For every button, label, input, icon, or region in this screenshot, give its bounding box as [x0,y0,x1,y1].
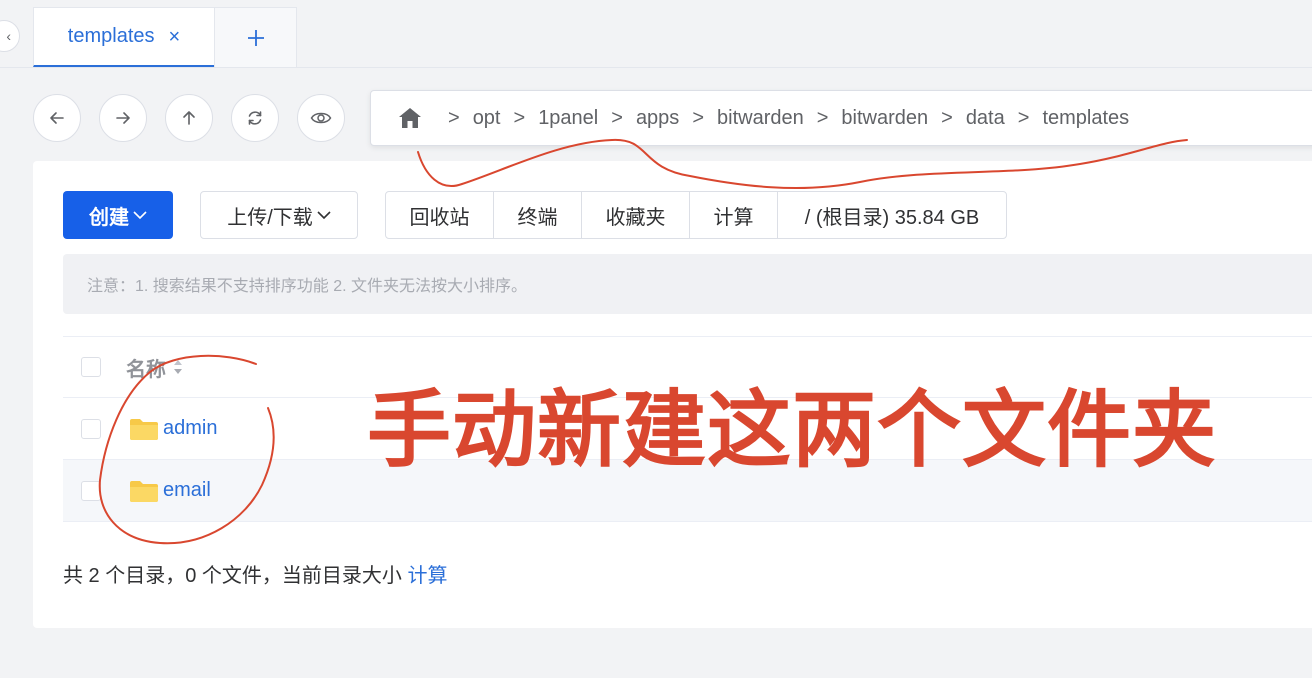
folder-icon [130,480,158,502]
select-all-checkbox[interactable] [81,357,101,377]
folder-icon [130,418,158,440]
upload-download-label: 上传/下载 [227,206,313,229]
chevron-left-icon: ‹ [6,28,11,44]
row-checkbox[interactable] [81,480,101,501]
summary-text: 共 2 个目录，0 个文件，当前目录大小 [63,565,402,587]
create-label: 创建 [89,206,129,229]
row-checkbox[interactable] [81,418,101,439]
calculate-button[interactable]: 计算 [690,192,778,238]
breadcrumb-separator: > [941,106,953,129]
directory-summary: 共 2 个目录，0 个文件，当前目录大小 计算 [63,559,447,588]
breadcrumb-item[interactable]: opt [473,107,501,130]
up-button[interactable] [165,94,213,142]
breadcrumb-separator: > [816,106,829,129]
favorites-button[interactable]: 收藏夹 [582,192,690,238]
terminal-button[interactable]: 终端 [494,192,582,238]
breadcrumb-separator: > [692,106,704,129]
tab-strip: ‹ templates × [0,0,1312,68]
tab-templates[interactable]: templates × [33,7,215,67]
breadcrumb-item[interactable]: data [966,107,1005,130]
notice-banner: 注意：1. 搜索结果不支持排序功能 2. 文件夹无法按大小排序。 [63,254,1312,314]
breadcrumb-item[interactable]: templates [1042,107,1129,130]
root-dir-size-button[interactable]: / (根目录) 35.84 GB [778,192,1006,238]
recycle-bin-button[interactable]: 回收站 [386,192,494,238]
breadcrumb: > opt > 1panel > apps > bitwarden > bitw… [370,90,1312,146]
column-name-label: 名称 [126,358,166,381]
forward-button[interactable] [99,94,147,142]
arrow-left-icon [50,112,64,124]
upload-download-button[interactable]: 上传/下载 [200,191,358,239]
breadcrumb-item[interactable]: apps [636,107,679,130]
back-button[interactable] [33,94,81,142]
annotation-text: 手动新建这两个文件夹 [367,383,1218,477]
arrow-right-icon [116,112,130,124]
breadcrumb-separator: > [1017,106,1030,129]
file-name-link[interactable]: email [163,479,211,502]
arrow-up-icon [183,111,195,125]
collapse-sidebar-button[interactable]: ‹ [0,20,20,52]
plus-icon [247,29,264,46]
breadcrumb-separator: > [448,106,460,129]
file-name-link[interactable]: admin [163,417,217,440]
tab-label: templates [67,25,155,47]
calculate-size-link[interactable]: 计算 [407,565,447,587]
create-button[interactable]: 创建 [63,191,173,239]
add-tab-button[interactable] [214,7,297,67]
refresh-icon [248,111,262,125]
sort-icon [174,360,182,374]
eye-icon [310,112,332,124]
chevron-down-icon [317,211,331,220]
breadcrumb-item[interactable]: bitwarden [841,107,928,130]
chevron-down-icon [133,211,147,220]
home-icon[interactable] [397,106,423,130]
refresh-button[interactable] [231,94,279,142]
breadcrumb-item[interactable]: 1panel [538,107,598,130]
breadcrumb-separator: > [513,106,526,129]
close-icon[interactable]: × [169,27,181,47]
toolbar-button-group: 回收站 终端 收藏夹 计算 / (根目录) 35.84 GB [385,191,1007,239]
breadcrumb-item[interactable]: bitwarden [717,107,804,130]
view-button[interactable] [297,94,345,142]
breadcrumb-separator: > [611,106,623,129]
column-header-name[interactable]: 名称 [126,353,184,382]
